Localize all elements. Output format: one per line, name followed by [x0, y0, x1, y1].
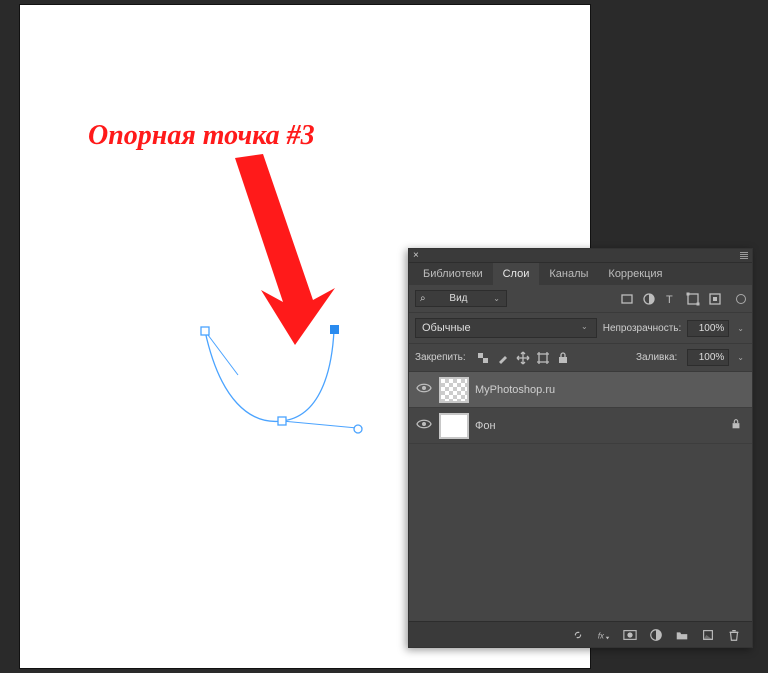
new-group-icon[interactable]: [674, 627, 690, 643]
lock-label: Закрепить:: [415, 352, 466, 363]
visibility-eye-icon[interactable]: [415, 418, 433, 433]
panel-footer: fx: [409, 621, 752, 647]
tab-libraries[interactable]: Библиотеки: [413, 263, 493, 285]
lock-transparency-icon[interactable]: [476, 351, 490, 365]
svg-text:fx: fx: [598, 631, 605, 640]
layer-fx-icon[interactable]: fx: [596, 627, 612, 643]
panel-header: ×: [409, 249, 752, 263]
chevron-down-icon[interactable]: ⌄: [735, 353, 746, 362]
blend-mode-select[interactable]: Обычные ⌄: [415, 318, 597, 338]
lock-position-icon[interactable]: [516, 351, 530, 365]
filter-shape-icon[interactable]: [686, 292, 700, 306]
svg-text:T: T: [666, 294, 673, 306]
lock-row: Закрепить: Заливка: 100% ⌄: [409, 344, 752, 372]
tab-adjustments[interactable]: Коррекция: [598, 263, 672, 285]
layer-thumbnail[interactable]: [439, 377, 469, 403]
filter-adjust-icon[interactable]: [642, 292, 656, 306]
layer-row[interactable]: Фон: [409, 408, 752, 444]
new-layer-icon[interactable]: [700, 627, 716, 643]
lock-artboard-icon[interactable]: [536, 351, 550, 365]
filter-pixel-icon[interactable]: [620, 292, 634, 306]
opacity-label: Непрозрачность:: [603, 323, 682, 334]
anchor-point-2[interactable]: [278, 417, 286, 425]
layer-filter-row: ⌕ Вид ⌄ T: [409, 285, 752, 313]
blend-row: Обычные ⌄ Непрозрачность: 100% ⌄: [409, 313, 752, 344]
lock-all-icon[interactable]: [556, 351, 570, 365]
fill-input[interactable]: 100%: [687, 349, 729, 366]
layers-list: MyPhotoshop.ru Фон: [409, 372, 752, 621]
pen-tool-path[interactable]: [170, 305, 410, 475]
anchor-point-3[interactable]: [330, 325, 339, 334]
filter-toggle-icon[interactable]: [736, 294, 746, 304]
anchor-point-1[interactable]: [201, 327, 209, 335]
filter-smart-icon[interactable]: [708, 292, 722, 306]
panel-close-icon[interactable]: ×: [413, 250, 419, 261]
fill-label: Заливка:: [636, 352, 677, 363]
layer-row[interactable]: MyPhotoshop.ru: [409, 372, 752, 408]
delete-layer-icon[interactable]: [726, 627, 742, 643]
layer-mask-icon[interactable]: [622, 627, 638, 643]
direction-point[interactable]: [354, 425, 362, 433]
annotation-arrow: [195, 150, 345, 350]
lock-icon: [730, 418, 746, 433]
layers-panel: × Библиотеки Слои Каналы Коррекция ⌕ Вид…: [408, 248, 753, 648]
panel-tabs: Библиотеки Слои Каналы Коррекция: [409, 263, 752, 285]
filter-kind-label: Вид: [449, 293, 467, 304]
lock-brush-icon[interactable]: [496, 351, 510, 365]
chevron-down-icon: ⌄: [579, 322, 590, 334]
chevron-down-icon[interactable]: ⌄: [735, 324, 746, 333]
blend-mode-label: Обычные: [422, 322, 471, 334]
tab-channels[interactable]: Каналы: [539, 263, 598, 285]
layer-name-label[interactable]: Фон: [475, 420, 724, 432]
layer-thumbnail[interactable]: [439, 413, 469, 439]
filter-kind-select[interactable]: ⌕ Вид ⌄: [415, 290, 507, 307]
opacity-input[interactable]: 100%: [687, 320, 729, 337]
panel-menu-icon[interactable]: [740, 252, 748, 259]
layer-name-label[interactable]: MyPhotoshop.ru: [475, 384, 746, 396]
search-icon: ⌕: [420, 293, 426, 304]
annotation-label: Опорная точка #3: [88, 120, 315, 152]
chevron-down-icon: ⌄: [491, 294, 502, 303]
filter-type-icon[interactable]: T: [664, 292, 678, 306]
tab-layers[interactable]: Слои: [493, 263, 540, 285]
adjustment-layer-icon[interactable]: [648, 627, 664, 643]
visibility-eye-icon[interactable]: [415, 382, 433, 397]
link-layers-icon[interactable]: [570, 627, 586, 643]
